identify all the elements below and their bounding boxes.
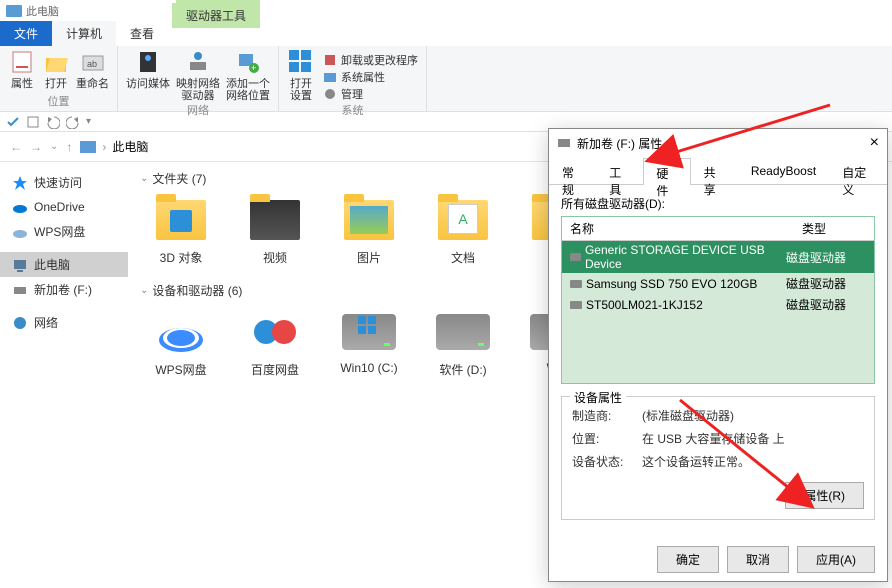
disk-row-samsung[interactable]: Samsung SSD 750 EVO 120GB 磁盘驱动器 bbox=[562, 273, 874, 294]
device-properties-group: 设备属性 制造商:(标准磁盘驱动器) 位置:在 USB 大容量存储设备 上 设备… bbox=[561, 396, 875, 520]
ribbon-access-media[interactable]: 访问媒体 bbox=[126, 48, 170, 102]
device-properties-button[interactable]: 属性(R) bbox=[785, 482, 864, 509]
tab-view[interactable]: 查看 bbox=[116, 21, 168, 46]
cancel-button[interactable]: 取消 bbox=[727, 546, 789, 573]
dialog-tabs: 常规 工具 硬件 共享 ReadyBoost 自定义 bbox=[549, 157, 887, 185]
ribbon-open-settings[interactable]: 打开 设置 bbox=[287, 48, 315, 102]
dropdown-icon[interactable]: ▾ bbox=[86, 116, 91, 127]
ok-button[interactable]: 确定 bbox=[657, 546, 719, 573]
svg-text:+: + bbox=[251, 63, 256, 73]
folder-documents[interactable]: A文档 bbox=[422, 195, 504, 266]
manufacturer-value: (标准磁盘驱动器) bbox=[642, 407, 734, 424]
nav-back[interactable]: ← bbox=[10, 140, 22, 154]
redo-icon[interactable] bbox=[66, 115, 80, 129]
sidebar-new-volume[interactable]: 新加卷 (F:) bbox=[0, 277, 128, 302]
status-value: 这个设备运转正常。 bbox=[642, 453, 750, 470]
properties-dialog: 新加卷 (F:) 属性 × 常规 工具 硬件 共享 ReadyBoost 自定义… bbox=[548, 128, 888, 582]
tab-drive-tools[interactable]: 驱动器工具 bbox=[172, 3, 260, 28]
ribbon-tabs: 文件 计算机 查看 管理 驱动器工具 bbox=[0, 22, 892, 46]
disk-list[interactable]: 名称 类型 Generic STORAGE DEVICE USB Device … bbox=[561, 216, 875, 384]
folder-pictures[interactable]: 图片 bbox=[328, 195, 410, 266]
tab-custom[interactable]: 自定义 bbox=[829, 157, 887, 184]
disk-row-generic[interactable]: Generic STORAGE DEVICE USB Device 磁盘驱动器 bbox=[562, 241, 874, 273]
address-field[interactable]: › 此电脑 bbox=[80, 138, 148, 155]
ribbon-properties[interactable]: 属性 bbox=[8, 48, 36, 90]
disk-icon bbox=[570, 301, 582, 309]
ribbon-add-network[interactable]: + 添加一个 网络位置 bbox=[226, 48, 270, 102]
ribbon-group-network: 网络 bbox=[126, 102, 270, 118]
disk-icon bbox=[570, 280, 582, 288]
breadcrumb[interactable]: 此电脑 bbox=[112, 138, 148, 155]
disk-icon bbox=[570, 253, 581, 261]
tab-general[interactable]: 常规 bbox=[549, 157, 596, 184]
nav-up[interactable]: ↑ bbox=[66, 140, 72, 154]
drive-d[interactable]: 软件 (D:) bbox=[422, 307, 504, 378]
ribbon-group-location: 位置 bbox=[8, 93, 109, 109]
drive-c[interactable]: Win10 (C:) bbox=[328, 307, 410, 378]
location-value: 在 USB 大容量存储设备 上 bbox=[642, 430, 785, 447]
disk-row-st500[interactable]: ST500LM021-1KJ152 磁盘驱动器 bbox=[562, 294, 874, 315]
ribbon: 属性 打开 ab 重命名 位置 访问媒体 映射网络 驱动器 + bbox=[0, 46, 892, 112]
tab-hardware[interactable]: 硬件 bbox=[643, 158, 690, 185]
undo-icon[interactable] bbox=[46, 115, 60, 129]
apply-button[interactable]: 应用(A) bbox=[797, 546, 875, 573]
check-icon[interactable] bbox=[6, 115, 20, 129]
pc-icon bbox=[6, 5, 22, 17]
dialog-title: 新加卷 (F:) 属性 bbox=[557, 135, 662, 152]
ribbon-rename[interactable]: ab 重命名 bbox=[76, 48, 109, 90]
pc-icon bbox=[80, 141, 96, 153]
ribbon-group-system: 系统 bbox=[287, 102, 418, 118]
sidebar: 快速访问 OneDrive WPS网盘 此电脑 新加卷 (F:) 网络 bbox=[0, 162, 128, 588]
window-title: 此电脑 bbox=[26, 3, 59, 19]
ribbon-map-drive[interactable]: 映射网络 驱动器 bbox=[176, 48, 220, 102]
tab-readyboost[interactable]: ReadyBoost bbox=[738, 157, 829, 184]
sidebar-this-pc[interactable]: 此电脑 bbox=[0, 252, 128, 277]
sidebar-wps[interactable]: WPS网盘 bbox=[0, 219, 128, 244]
group-legend: 设备属性 bbox=[570, 389, 626, 406]
window-title-bar: 此电脑 bbox=[0, 0, 892, 22]
sidebar-quick-access[interactable]: 快速访问 bbox=[0, 170, 128, 195]
disk-list-label: 所有磁盘驱动器(D): bbox=[561, 195, 875, 212]
ribbon-system-props[interactable]: 系统属性 bbox=[323, 69, 385, 85]
drive-baidu[interactable]: 百度网盘 bbox=[234, 307, 316, 378]
ribbon-open[interactable]: 打开 bbox=[42, 48, 70, 90]
nav-recent[interactable]: ⌄ bbox=[50, 141, 58, 152]
column-type[interactable]: 类型 bbox=[794, 217, 874, 240]
drive-wps[interactable]: WPS网盘 bbox=[140, 307, 222, 378]
ribbon-uninstall[interactable]: 卸载或更改程序 bbox=[323, 52, 418, 68]
nav-forward[interactable]: → bbox=[30, 140, 42, 154]
svg-text:ab: ab bbox=[87, 59, 97, 69]
tab-tools[interactable]: 工具 bbox=[596, 157, 643, 184]
ribbon-manage[interactable]: 管理 bbox=[323, 86, 363, 102]
tab-computer[interactable]: 计算机 bbox=[52, 21, 116, 46]
folder-videos[interactable]: 视频 bbox=[234, 195, 316, 266]
tab-sharing[interactable]: 共享 bbox=[691, 157, 738, 184]
close-icon[interactable]: × bbox=[870, 134, 879, 152]
box-icon[interactable] bbox=[26, 115, 40, 129]
column-name[interactable]: 名称 bbox=[562, 217, 794, 240]
tab-file[interactable]: 文件 bbox=[0, 21, 52, 46]
sidebar-onedrive[interactable]: OneDrive bbox=[0, 195, 128, 219]
folder-3d-objects[interactable]: 3D 对象 bbox=[140, 195, 222, 266]
sidebar-network[interactable]: 网络 bbox=[0, 310, 128, 335]
